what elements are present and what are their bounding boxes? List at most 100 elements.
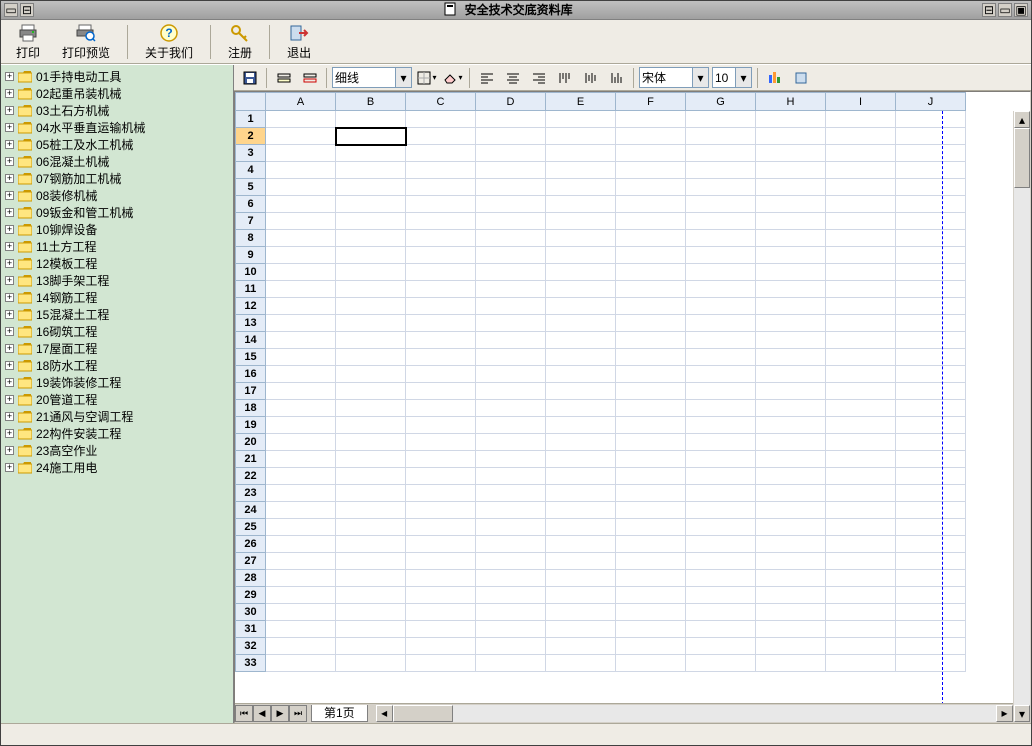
cell-C2[interactable] xyxy=(406,128,476,145)
scroll-thumb[interactable] xyxy=(1014,128,1030,188)
cell-D16[interactable] xyxy=(476,366,546,383)
cell-J8[interactable] xyxy=(896,230,966,247)
last-sheet-icon[interactable]: ⏭ xyxy=(289,705,307,722)
toolbar-key-button[interactable]: 注册 xyxy=(219,20,261,64)
cell-E4[interactable] xyxy=(546,162,616,179)
cell-G25[interactable] xyxy=(686,519,756,536)
row-header-17[interactable]: 17 xyxy=(236,383,266,400)
expand-icon[interactable]: + xyxy=(5,208,14,217)
cell-F3[interactable] xyxy=(616,145,686,162)
cell-H31[interactable] xyxy=(756,621,826,638)
cell-J32[interactable] xyxy=(896,638,966,655)
cell-H14[interactable] xyxy=(756,332,826,349)
cell-J13[interactable] xyxy=(896,315,966,332)
tree-item-19[interactable]: +19装饰装修工程 xyxy=(1,374,233,391)
cell-G8[interactable] xyxy=(686,230,756,247)
cell-D6[interactable] xyxy=(476,196,546,213)
cell-B21[interactable] xyxy=(336,451,406,468)
col-header-A[interactable]: A xyxy=(266,93,336,111)
row-header-28[interactable]: 28 xyxy=(236,570,266,587)
cell-E7[interactable] xyxy=(546,213,616,230)
cell-F31[interactable] xyxy=(616,621,686,638)
cell-A25[interactable] xyxy=(266,519,336,536)
cell-C5[interactable] xyxy=(406,179,476,196)
cell-C14[interactable] xyxy=(406,332,476,349)
cell-B9[interactable] xyxy=(336,247,406,264)
cell-A16[interactable] xyxy=(266,366,336,383)
cell-A29[interactable] xyxy=(266,587,336,604)
cell-F30[interactable] xyxy=(616,604,686,621)
cell-G27[interactable] xyxy=(686,553,756,570)
cell-E33[interactable] xyxy=(546,655,616,672)
scroll-left-icon[interactable]: ◂ xyxy=(376,705,393,722)
cell-H8[interactable] xyxy=(756,230,826,247)
cell-H1[interactable] xyxy=(756,111,826,128)
row-header-25[interactable]: 25 xyxy=(236,519,266,536)
cell-F8[interactable] xyxy=(616,230,686,247)
cell-E24[interactable] xyxy=(546,502,616,519)
col-header-D[interactable]: D xyxy=(476,93,546,111)
font-name-dropdown-icon[interactable]: ▾ xyxy=(693,67,709,88)
cell-A8[interactable] xyxy=(266,230,336,247)
tree-item-12[interactable]: +12模板工程 xyxy=(1,255,233,272)
cell-J28[interactable] xyxy=(896,570,966,587)
expand-icon[interactable]: + xyxy=(5,310,14,319)
cell-E23[interactable] xyxy=(546,485,616,502)
cell-F12[interactable] xyxy=(616,298,686,315)
cell-A22[interactable] xyxy=(266,468,336,485)
cell-J9[interactable] xyxy=(896,247,966,264)
expand-icon[interactable]: + xyxy=(5,344,14,353)
cell-C32[interactable] xyxy=(406,638,476,655)
save-icon[interactable] xyxy=(238,67,261,89)
tree-item-03[interactable]: +03土石方机械 xyxy=(1,102,233,119)
cell-I29[interactable] xyxy=(826,587,896,604)
cell-E11[interactable] xyxy=(546,281,616,298)
cell-E31[interactable] xyxy=(546,621,616,638)
cell-A21[interactable] xyxy=(266,451,336,468)
font-name-select[interactable]: 宋体 xyxy=(639,67,693,88)
hscroll-thumb[interactable] xyxy=(393,705,453,722)
cell-G31[interactable] xyxy=(686,621,756,638)
cell-E22[interactable] xyxy=(546,468,616,485)
cell-I14[interactable] xyxy=(826,332,896,349)
cell-D9[interactable] xyxy=(476,247,546,264)
cell-H13[interactable] xyxy=(756,315,826,332)
cell-B32[interactable] xyxy=(336,638,406,655)
cell-I9[interactable] xyxy=(826,247,896,264)
cell-J2[interactable] xyxy=(896,128,966,145)
cell-A10[interactable] xyxy=(266,264,336,281)
cell-B5[interactable] xyxy=(336,179,406,196)
row-header-30[interactable]: 30 xyxy=(236,604,266,621)
cell-J25[interactable] xyxy=(896,519,966,536)
cell-H27[interactable] xyxy=(756,553,826,570)
vertical-scrollbar[interactable]: ▴ ▾ xyxy=(1013,111,1030,722)
cell-F11[interactable] xyxy=(616,281,686,298)
tree-item-17[interactable]: +17屋面工程 xyxy=(1,340,233,357)
row-header-29[interactable]: 29 xyxy=(236,587,266,604)
cell-H11[interactable] xyxy=(756,281,826,298)
expand-icon[interactable]: + xyxy=(5,293,14,302)
toolbar-exit-button[interactable]: 退出 xyxy=(278,20,320,64)
cell-H19[interactable] xyxy=(756,417,826,434)
cell-F26[interactable] xyxy=(616,536,686,553)
cell-E16[interactable] xyxy=(546,366,616,383)
cell-G10[interactable] xyxy=(686,264,756,281)
cell-E2[interactable] xyxy=(546,128,616,145)
cell-G23[interactable] xyxy=(686,485,756,502)
cell-H24[interactable] xyxy=(756,502,826,519)
cell-C29[interactable] xyxy=(406,587,476,604)
category-tree[interactable]: +01手持电动工具+02起重吊装机械+03土石方机械+04水平垂直运输机械+05… xyxy=(1,65,234,723)
cell-C30[interactable] xyxy=(406,604,476,621)
tree-item-10[interactable]: +10铆焊设备 xyxy=(1,221,233,238)
row-header-3[interactable]: 3 xyxy=(236,145,266,162)
spreadsheet-grid[interactable]: ABCDEFGHIJ123456789101112131415161718192… xyxy=(235,92,966,672)
cell-J21[interactable] xyxy=(896,451,966,468)
cell-A18[interactable] xyxy=(266,400,336,417)
cell-B12[interactable] xyxy=(336,298,406,315)
cell-C21[interactable] xyxy=(406,451,476,468)
cell-D21[interactable] xyxy=(476,451,546,468)
cell-G2[interactable] xyxy=(686,128,756,145)
cell-E3[interactable] xyxy=(546,145,616,162)
cell-G3[interactable] xyxy=(686,145,756,162)
cell-C17[interactable] xyxy=(406,383,476,400)
